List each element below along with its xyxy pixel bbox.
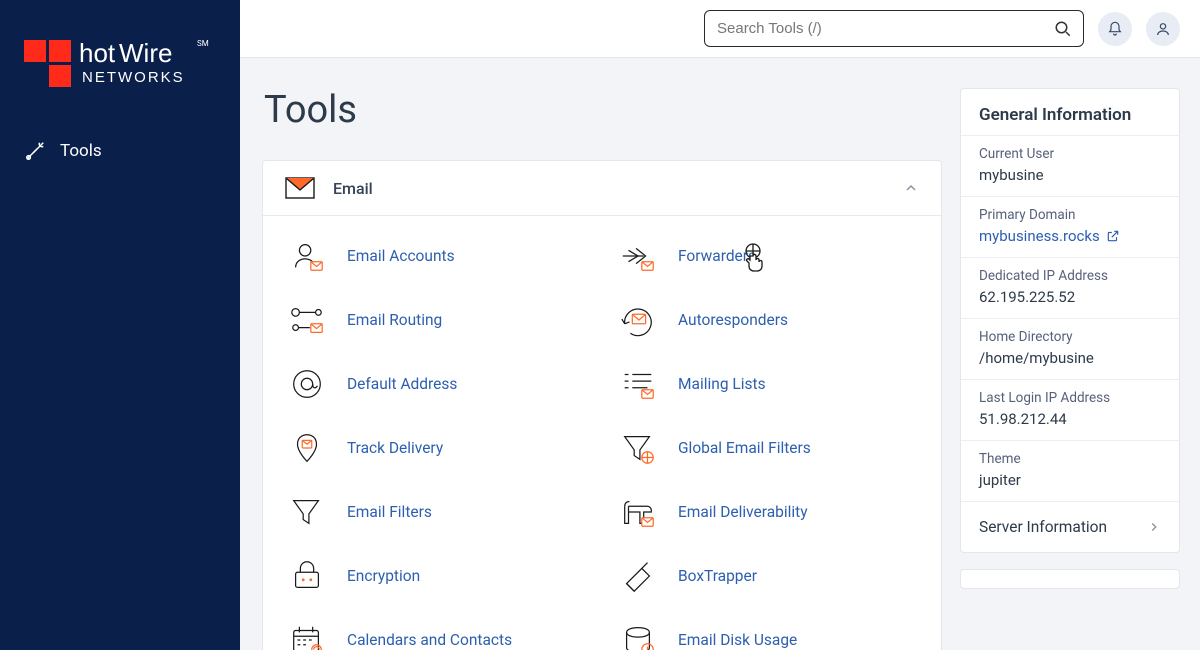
- page-title: Tools: [264, 88, 942, 132]
- svg-text:NETWORKS: NETWORKS: [82, 69, 185, 86]
- global-email-filters-icon: [618, 428, 658, 468]
- tool-encryption[interactable]: Encryption: [271, 544, 602, 608]
- boxtrapper-icon: [618, 556, 658, 596]
- info-label: Dedicated IP Address: [979, 268, 1161, 284]
- info-label: Last Login IP Address: [979, 390, 1161, 406]
- info-value: jupiter: [979, 471, 1161, 489]
- sidebar-item-tools[interactable]: Tools: [0, 128, 240, 174]
- info-value: 51.98.212.44: [979, 410, 1161, 428]
- bell-icon: [1107, 21, 1123, 37]
- tool-track-delivery[interactable]: Track Delivery: [271, 416, 602, 480]
- info-value: /home/mybusine: [979, 349, 1161, 367]
- info-row-theme: Theme jupiter: [961, 440, 1179, 501]
- tool-email-routing[interactable]: Email Routing: [271, 288, 602, 352]
- info-row-home-dir: Home Directory /home/mybusine: [961, 318, 1179, 379]
- info-row-primary-domain: Primary Domain mybusiness.rocks: [961, 196, 1179, 257]
- forwarders-icon: [618, 236, 658, 276]
- server-information-link[interactable]: Server Information: [961, 501, 1179, 552]
- notifications-button[interactable]: [1098, 12, 1132, 46]
- tool-global-email-filters[interactable]: Global Email Filters: [602, 416, 933, 480]
- autoresponders-icon: [618, 300, 658, 340]
- tool-label: Autoresponders: [678, 311, 788, 329]
- info-value: 62.195.225.52: [979, 288, 1161, 306]
- email-section-title: Email: [333, 179, 373, 198]
- tool-email-filters[interactable]: Email Filters: [271, 480, 602, 544]
- track-delivery-icon: [287, 428, 327, 468]
- envelope-icon: [285, 177, 315, 199]
- tool-default-address[interactable]: Default Address: [271, 352, 602, 416]
- email-disk-usage-icon: [618, 620, 658, 650]
- tool-label: Mailing Lists: [678, 375, 766, 393]
- svg-text:Wire: Wire: [119, 38, 172, 68]
- brand-logo: hot Wire SM NETWORKS: [0, 28, 240, 128]
- tool-label: Email Routing: [347, 311, 442, 329]
- svg-text:SM: SM: [197, 39, 209, 48]
- user-icon: [1155, 21, 1171, 37]
- chevron-right-icon: [1147, 520, 1161, 534]
- primary-domain-link[interactable]: mybusiness.rocks: [979, 227, 1161, 245]
- email-filters-icon: [287, 492, 327, 532]
- tool-calendars-and-contacts[interactable]: Calendars and Contacts: [271, 608, 602, 650]
- info-title: General Information: [961, 89, 1179, 135]
- tool-label: Calendars and Contacts: [347, 631, 512, 649]
- external-link-icon: [1106, 229, 1120, 243]
- calendars-contacts-icon: [287, 620, 327, 650]
- tool-email-accounts[interactable]: Email Accounts: [271, 224, 602, 288]
- tool-label: Email Deliverability: [678, 503, 808, 521]
- info-value: mybusiness.rocks: [979, 227, 1100, 245]
- tool-boxtrapper[interactable]: BoxTrapper: [602, 544, 933, 608]
- email-accounts-icon: [287, 236, 327, 276]
- info-row-ip: Dedicated IP Address 62.195.225.52: [961, 257, 1179, 318]
- tools-icon: [24, 140, 46, 162]
- tool-email-disk-usage[interactable]: Email Disk Usage: [602, 608, 933, 650]
- info-card-placeholder: [960, 569, 1180, 589]
- tool-autoresponders[interactable]: Autoresponders: [602, 288, 933, 352]
- tool-label: BoxTrapper: [678, 567, 757, 585]
- search-field[interactable]: [704, 10, 1084, 47]
- tool-label: Track Delivery: [347, 439, 443, 457]
- encryption-icon: [287, 556, 327, 596]
- tool-label: Encryption: [347, 567, 420, 585]
- email-section-header[interactable]: Email: [263, 161, 941, 216]
- cursor-pointer-icon: [742, 242, 768, 272]
- info-row-current-user: Current User mybusine: [961, 135, 1179, 196]
- info-label: Current User: [979, 146, 1161, 162]
- info-value: mybusine: [979, 166, 1161, 184]
- sidebar: hot Wire SM NETWORKS Tools: [0, 0, 240, 650]
- default-address-icon: [287, 364, 327, 404]
- search-input[interactable]: [704, 10, 1084, 47]
- info-label: Home Directory: [979, 329, 1161, 345]
- tool-label: Global Email Filters: [678, 439, 811, 457]
- tool-label: Default Address: [347, 375, 457, 393]
- account-button[interactable]: [1146, 12, 1180, 46]
- svg-text:hot: hot: [79, 38, 116, 68]
- search-icon: [1054, 20, 1072, 38]
- tool-label: Email Filters: [347, 503, 432, 521]
- tool-email-deliverability[interactable]: Email Deliverability: [602, 480, 933, 544]
- tool-mailing-lists[interactable]: Mailing Lists: [602, 352, 933, 416]
- info-label: Primary Domain: [979, 207, 1161, 223]
- topbar: [240, 0, 1200, 58]
- tool-forwarders[interactable]: Forwarders: [602, 224, 933, 288]
- email-deliverability-icon: [618, 492, 658, 532]
- tool-label: Email Accounts: [347, 247, 455, 265]
- email-tools-grid: Email Accounts Forwarders: [263, 216, 941, 650]
- email-routing-icon: [287, 300, 327, 340]
- server-link-label: Server Information: [979, 518, 1107, 536]
- info-sidebar: General Information Current User mybusin…: [960, 88, 1180, 605]
- mailing-lists-icon: [618, 364, 658, 404]
- info-label: Theme: [979, 451, 1161, 467]
- chevron-up-icon: [903, 180, 919, 196]
- tool-label: Email Disk Usage: [678, 631, 797, 649]
- sidebar-item-label: Tools: [60, 141, 102, 161]
- email-section-card: Email Email Accounts: [262, 160, 942, 650]
- info-row-last-login: Last Login IP Address 51.98.212.44: [961, 379, 1179, 440]
